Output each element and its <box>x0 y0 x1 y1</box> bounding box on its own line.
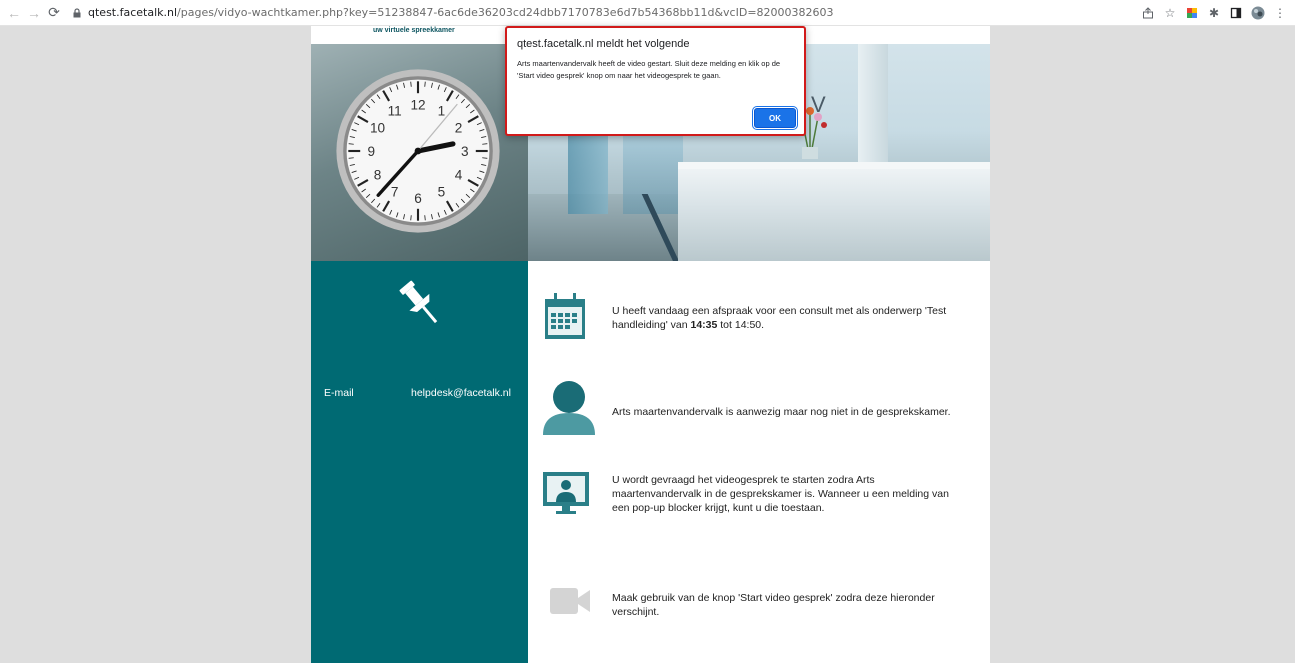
reload-icon[interactable]: ⟳ <box>44 3 64 23</box>
clock-minor-tick <box>482 157 488 159</box>
instruction-row: Maak gebruik van de knop 'Start video ge… <box>528 586 990 626</box>
url-path: /pages/vidyo-wachtkamer.php?key=51238847… <box>177 6 834 19</box>
back-icon[interactable]: ← <box>4 3 24 23</box>
pushpin-icon <box>399 280 438 324</box>
clock-number: 8 <box>374 167 382 182</box>
alert-dialog: qtest.facetalk.nl meldt het volgende Art… <box>505 26 806 136</box>
video-camera-icon <box>550 588 590 614</box>
share-icon[interactable] <box>1137 3 1159 23</box>
appointment-text-mid: tot <box>717 319 735 331</box>
appointment-row: U heeft vandaag een afspraak voor een co… <box>528 291 990 351</box>
wall-clock: 12 1234567891011 <box>336 69 500 233</box>
address-bar[interactable]: qtest.facetalk.nl/pages/vidyo-wachtkamer… <box>72 6 834 19</box>
request-text: U wordt gevraagd het videogesprek te sta… <box>612 474 949 514</box>
clock-number: 9 <box>367 144 375 159</box>
clock-number: 5 <box>438 185 446 200</box>
extensions-puzzle-icon[interactable]: ✱ <box>1203 3 1225 23</box>
clock-number: 1 <box>438 104 446 119</box>
clock-minor-tick <box>348 143 354 145</box>
clock-number: 12 <box>410 97 425 112</box>
helpdesk-email[interactable]: helpdesk@facetalk.nl <box>411 387 511 399</box>
video-monitor-icon <box>543 472 589 514</box>
extension-colorful-icon[interactable] <box>1181 3 1203 23</box>
url-host: qtest.facetalk.nl <box>88 6 178 19</box>
logo-tagline: uw virtuele spreekkamer <box>373 27 455 34</box>
contact-sidebar: E-mail helpdesk@facetalk.nl <box>311 261 528 663</box>
more-menu-icon[interactable]: ⋮ <box>1269 3 1291 23</box>
side-panel-icon[interactable] <box>1225 3 1247 23</box>
clock-minor-tick <box>482 143 488 145</box>
ok-button[interactable]: OK <box>752 106 798 130</box>
hero-partial-letter: V <box>811 92 826 117</box>
appointment-start-time: 14:35 <box>690 319 718 331</box>
dialog-message: Arts maartenvandervalk heeft de video ge… <box>517 59 781 80</box>
clock-number: 6 <box>414 191 422 206</box>
presence-text: Arts maartenvandervalk is aanwezig maar … <box>612 406 951 418</box>
request-row: U wordt gevraagd het videogesprek te sta… <box>528 468 990 528</box>
bookmark-star-icon[interactable]: ☆ <box>1159 3 1181 23</box>
dialog-title: qtest.facetalk.nl meldt het volgende <box>517 38 690 50</box>
clock-minor-tick <box>410 81 412 87</box>
clock-minor-tick <box>348 157 354 159</box>
clock-minor-tick <box>424 215 426 221</box>
appointment-end-time: 14:50. <box>734 319 765 331</box>
profile-avatar-icon[interactable] <box>1247 3 1269 23</box>
clock-number: 2 <box>455 121 463 136</box>
presence-row: Arts maartenvandervalk is aanwezig maar … <box>528 379 990 439</box>
browser-toolbar: ← → ⟳ qtest.facetalk.nl/pages/vidyo-wach… <box>0 0 1295 26</box>
clock-number: 4 <box>455 167 463 182</box>
clock-number: 10 <box>370 121 386 136</box>
info-content: U heeft vandaag een afspraak voor een co… <box>528 261 990 663</box>
appointment-text: U heeft vandaag een afspraak voor een co… <box>612 304 962 332</box>
calendar-icon <box>545 293 585 339</box>
clock-number: 3 <box>461 144 469 159</box>
clock-number: 7 <box>391 185 399 200</box>
clock-minor-tick <box>410 215 412 221</box>
clock-minor-tick <box>424 81 426 87</box>
forward-icon[interactable]: → <box>24 3 44 23</box>
appointment-text-pre: U heeft vandaag een afspraak voor een co… <box>612 305 947 331</box>
person-icon <box>543 381 595 435</box>
instruction-text: Maak gebruik van de knop 'Start video ge… <box>612 592 935 618</box>
clock-number: 11 <box>388 104 402 119</box>
email-label: E-mail <box>324 387 354 399</box>
lock-icon <box>73 7 81 17</box>
